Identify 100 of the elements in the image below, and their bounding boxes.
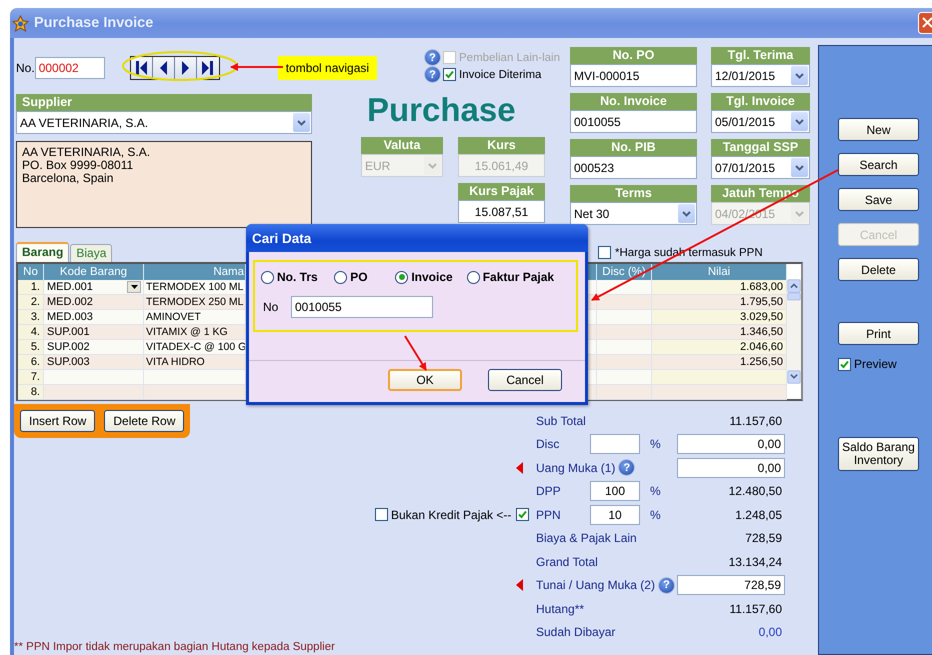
search-field[interactable]: 0010055 [291,296,433,318]
column-header: Nilai [652,264,787,280]
dropdown-field[interactable]: AA VETERINARIA, S.A. [16,111,312,134]
checkbox[interactable] [516,508,529,522]
annotation-arrow [404,335,427,371]
callout-note: tombol navigasi [278,56,378,80]
column-header: Kode Barang [44,264,144,280]
row-button[interactable]: Delete Row [104,410,184,432]
table-cell[interactable]: MED.001 [44,280,144,295]
table-cell: 1.795,50 [652,295,787,310]
total-label: Sub Total [536,414,586,428]
action-button[interactable]: New [838,118,919,141]
chevron-down-icon [428,162,437,168]
total-label: Tunai / Uang Muka (2) [536,578,655,592]
field-label: No. PO [570,47,697,64]
field-label: Kurs Pajak [458,183,545,200]
dropdown-field[interactable]: 07/01/2015 [711,156,810,179]
dialog-button[interactable]: OK [388,369,462,391]
table-cell: 3. [18,310,44,325]
address-line: Barcelona, Spain [22,172,114,185]
form-title: Purchase [366,92,517,128]
close-button[interactable] [918,12,932,34]
footnote: ** PPN Impor tidak merupakan bagian Hutang kepada Supplier [14,641,336,653]
radio-label: Invoice [411,270,453,284]
column-header: Nama [144,264,246,280]
field-label: Terms [570,185,697,202]
checkbox-label: Preview [854,357,897,371]
dropdown-field[interactable]: 12/01/2015 [711,64,810,87]
table-cell: 1.683,00 [652,280,787,295]
text-field[interactable]: MVI-000015 [570,64,697,87]
total-label: Biaya & Pajak Lain [536,531,637,546]
total-label: Uang Muka (1) [536,460,616,475]
dropdown-field[interactable]: Net 30 [570,202,697,225]
total-value: 0,00 [758,625,783,640]
field-label: Tgl. Terima [711,47,810,64]
table-cell: 6. [18,355,44,370]
checkbox[interactable] [443,68,456,81]
last-record-button[interactable] [196,56,219,78]
text-field[interactable]: 0010055 [570,110,697,133]
chevron-down-icon [795,210,804,216]
table-cell: 3.029,50 [652,310,787,325]
row-button[interactable]: Insert Row [20,410,96,432]
action-button[interactable]: Search [838,153,919,176]
text-field[interactable]: 15.087,51 [458,200,545,223]
table-cell: SUP.002 [44,340,144,355]
percent-field[interactable]: 10 [590,504,640,525]
total-value: 728,59 [744,531,783,546]
amount-field[interactable]: 0,00 [677,458,785,478]
triangle-left-icon [160,60,167,74]
annotation-arrow [230,63,283,71]
total-label: Disc [536,437,560,452]
dialog-button[interactable]: Cancel [488,369,562,391]
action-button[interactable]: Delete [838,258,919,281]
table-cell: 4. [18,325,44,340]
chevron-down-icon [795,72,804,78]
radio-button[interactable] [334,270,348,284]
tab[interactable]: Barang [16,242,70,262]
table-cell: VITAMIX @ 1 KG [144,325,246,340]
print-button[interactable]: Print [838,322,919,345]
table-cell: SUP.001 [44,325,144,340]
radio-button[interactable] [261,270,274,284]
amount-field[interactable]: 728,59 [677,575,785,596]
table-cell: MED.002 [44,295,144,310]
table-cell: SUP.003 [44,355,144,370]
inventory-button[interactable]: Saldo Barang Inventory [838,437,919,471]
amount-field[interactable]: 0,00 [677,434,785,454]
percent-field[interactable]: 100 [590,481,640,502]
total-value: 1.248,05 [734,508,783,522]
text-field[interactable]: 000523 [570,156,697,179]
checkbox[interactable] [375,508,388,522]
checkbox[interactable] [598,246,611,259]
percent-field[interactable] [590,434,640,454]
skip-back-icon [136,60,147,74]
number-field[interactable]: 000002 [34,56,105,78]
previous-record-button[interactable] [152,56,175,78]
caret-down-icon [130,285,138,289]
app-icon [12,14,29,32]
unit-label: % [649,508,662,522]
column-header: No [18,264,44,280]
total-value: 12.480,50 [728,484,783,498]
radio-button[interactable] [466,270,480,284]
checkbox-label: Bukan Kredit Pajak <-- [391,508,512,522]
total-value: 13.134,24 [728,554,783,569]
radio-button[interactable] [395,270,408,284]
dialog-title: Cari Data [252,230,312,246]
checkbox[interactable] [838,358,851,370]
field-label: Valuta [361,137,443,154]
unit-label: % [649,484,662,498]
dropdown-button[interactable] [127,281,141,293]
table-cell: 5. [18,340,44,355]
tab[interactable]: Biaya [70,244,112,262]
dropdown-field[interactable]: 05/01/2015 [711,110,810,133]
field-label: No. [16,60,35,74]
total-label: DPP [536,484,562,498]
action-button[interactable]: Save [838,188,919,211]
next-record-button[interactable] [174,56,197,78]
total-value: 11.157,60 [728,602,783,616]
table-cell: TERMODEX 100 ML [144,280,246,295]
field-label: Tgl. Invoice [711,93,810,110]
chevron-down-icon [297,120,306,126]
